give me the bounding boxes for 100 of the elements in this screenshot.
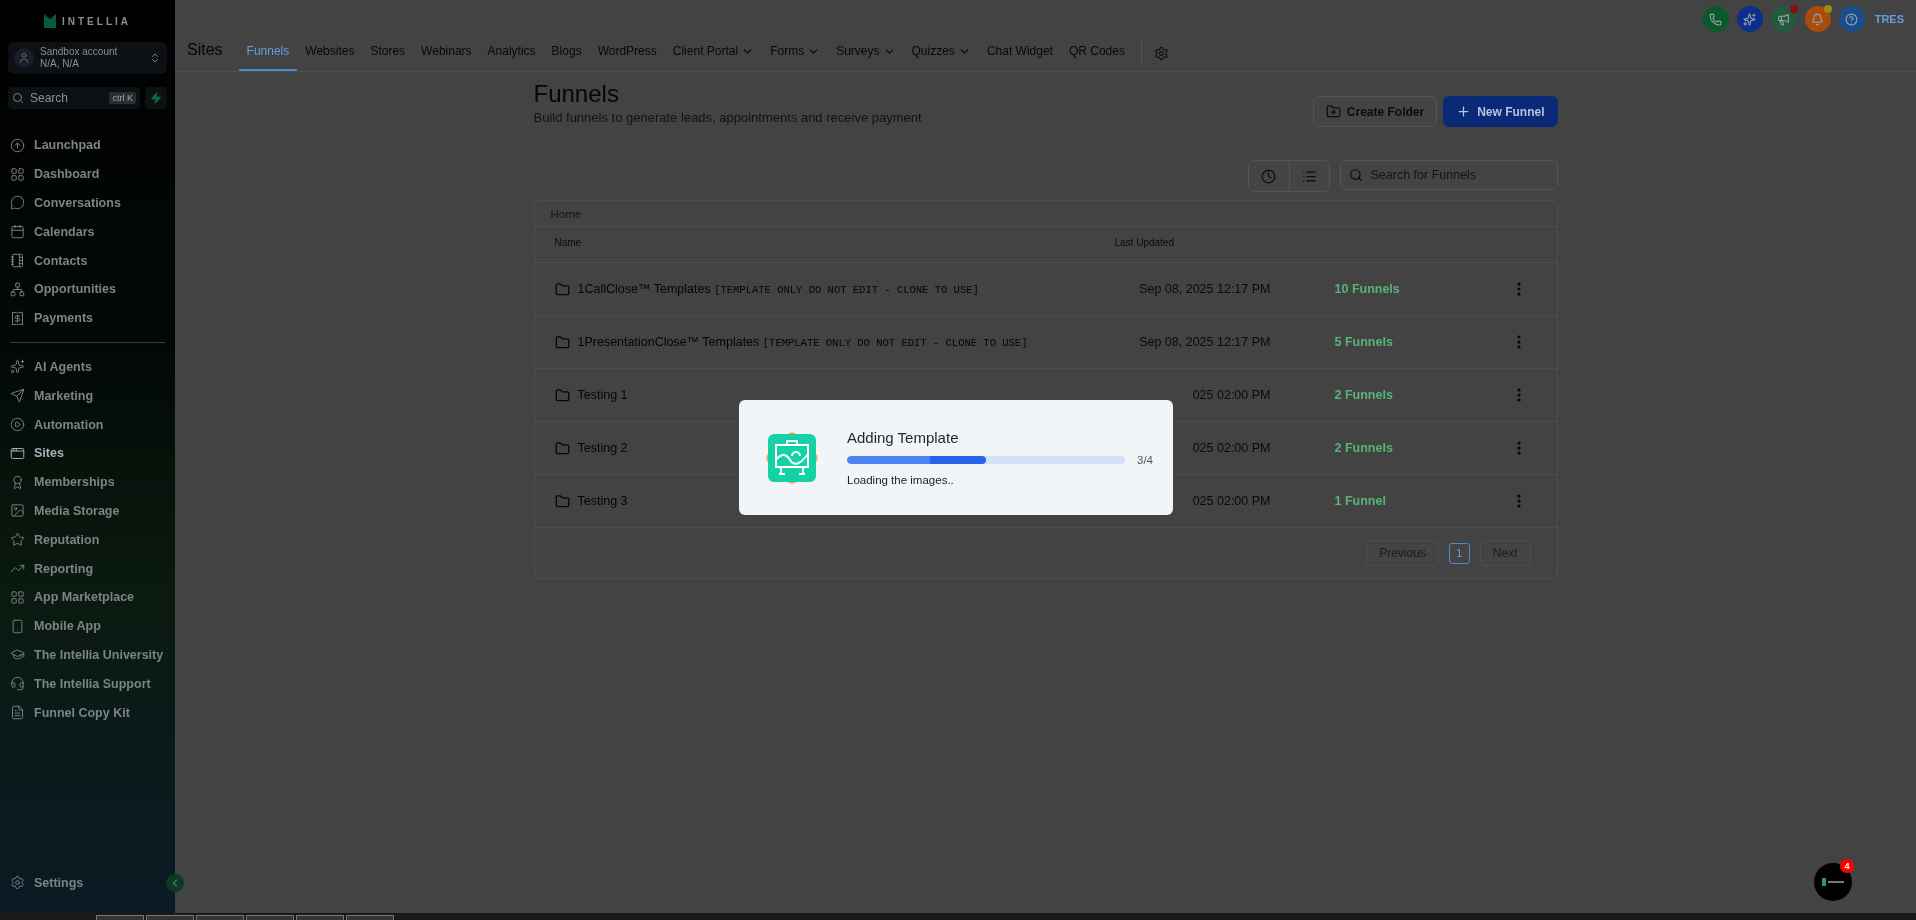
more-options-button[interactable] bbox=[1516, 441, 1521, 455]
folder-plus-icon bbox=[1325, 104, 1341, 119]
nav-tab[interactable]: Blogs bbox=[543, 44, 590, 71]
sidebar-item[interactable]: Mobile App bbox=[8, 611, 167, 641]
folder-name[interactable]: 1PresentationClose™ Templates [TEMPLATE ONLY DO NOT EDIT - CLONE TO USE] bbox=[554, 334, 1028, 350]
funnel-count-link[interactable]: 10 Funnels bbox=[1334, 282, 1400, 296]
search-field[interactable]: Search ctrl K bbox=[8, 87, 140, 109]
nav-tab[interactable]: WordPress bbox=[589, 44, 665, 71]
user-icon bbox=[14, 48, 34, 68]
headset-icon bbox=[10, 676, 25, 692]
lightning-icon bbox=[150, 92, 162, 104]
megaphone-icon bbox=[1777, 12, 1791, 26]
sidebar-item[interactable]: Conversations bbox=[8, 188, 167, 218]
funnel-count-link[interactable]: 1 Funnel bbox=[1334, 494, 1386, 508]
sidebar-item[interactable]: Memberships bbox=[8, 467, 167, 497]
nav-tab[interactable]: Webinars bbox=[413, 44, 480, 71]
account-switcher[interactable]: Sandbox account N/A, N/A bbox=[8, 42, 167, 74]
progress-step: 3/4 bbox=[1137, 454, 1153, 466]
nav-tab[interactable]: Websites bbox=[297, 44, 363, 71]
sidebar-item[interactable]: Opportunities bbox=[8, 275, 167, 304]
sidebar-item[interactable]: AI Agents bbox=[8, 352, 167, 382]
sidebar-item[interactable]: Funnel Copy Kit bbox=[8, 698, 167, 727]
folder-name[interactable]: Testing 2 bbox=[554, 440, 628, 456]
arrow-circle-icon bbox=[10, 137, 25, 153]
grid-icon bbox=[10, 166, 25, 182]
new-funnel-button[interactable]: New Funnel bbox=[1443, 96, 1558, 127]
send-icon bbox=[10, 388, 25, 404]
funnel-count-link[interactable]: 2 Funnels bbox=[1334, 441, 1393, 455]
nav-tab[interactable]: QR Codes bbox=[1060, 44, 1133, 71]
image-icon bbox=[10, 503, 25, 519]
sidebar-item[interactable]: The Intellia Support bbox=[8, 669, 167, 699]
sidebar-item[interactable]: Reporting bbox=[8, 554, 167, 583]
grid-icon bbox=[10, 589, 25, 605]
nav-tab[interactable]: Chat Widget bbox=[978, 44, 1061, 71]
logo-icon bbox=[1822, 878, 1844, 886]
sidebar-item[interactable]: Payments bbox=[8, 303, 167, 333]
sidebar-item[interactable]: Dashboard bbox=[8, 159, 167, 189]
more-options-button[interactable] bbox=[1516, 282, 1521, 296]
account-location: N/A, N/A bbox=[40, 58, 80, 70]
nav-tab[interactable]: Surveys bbox=[828, 44, 904, 71]
folder-icon bbox=[554, 387, 570, 403]
notebook-icon bbox=[10, 253, 25, 269]
browser-window-icon bbox=[10, 445, 25, 461]
play-circle-icon bbox=[10, 417, 25, 433]
settings-icon bbox=[1153, 46, 1169, 61]
sidebar-item[interactable]: Contacts bbox=[8, 246, 167, 275]
header-action-button[interactable] bbox=[1770, 6, 1797, 32]
folder-name[interactable]: Testing 1 bbox=[554, 387, 628, 403]
section-title: Sites bbox=[187, 41, 224, 60]
search-input[interactable]: Search bbox=[28, 90, 106, 106]
sidebar-item[interactable]: The Intellia University bbox=[8, 640, 167, 670]
progress-message: Loading the images.. bbox=[847, 474, 955, 486]
calendar-icon bbox=[10, 224, 25, 240]
sidebar-item[interactable]: Calendars bbox=[8, 217, 167, 247]
funnel-count-link[interactable]: 5 Funnels bbox=[1334, 335, 1393, 349]
header-action-button[interactable] bbox=[1838, 6, 1865, 32]
sidebar-item[interactable]: Reputation bbox=[8, 525, 167, 555]
notification-dot bbox=[1823, 5, 1832, 13]
more-options-button[interactable] bbox=[1516, 494, 1521, 508]
phone-icon bbox=[1709, 12, 1723, 26]
more-options-button[interactable] bbox=[1516, 335, 1521, 349]
nav-tab[interactable]: Forms bbox=[762, 44, 829, 71]
sidebar-item[interactable]: Automation bbox=[8, 410, 167, 439]
collapse-button[interactable] bbox=[166, 873, 184, 892]
header-action-button[interactable] bbox=[1736, 6, 1763, 32]
nav-tab[interactable]: Quizzes bbox=[903, 44, 979, 71]
settings-link[interactable]: Settings bbox=[8, 868, 86, 897]
dialog-title: Adding Template bbox=[847, 429, 960, 446]
sparkles-icon bbox=[10, 359, 25, 375]
funnel-count-link[interactable]: 2 Funnels bbox=[1334, 388, 1393, 402]
clock-icon bbox=[1261, 168, 1276, 184]
header-action-button[interactable] bbox=[1804, 6, 1831, 32]
sidebar-item[interactable]: Media Storage bbox=[8, 496, 167, 526]
table-cell-text: 025 02:00 PM bbox=[1191, 441, 1271, 455]
header-action-button[interactable] bbox=[1702, 6, 1729, 32]
logo-icon bbox=[44, 14, 56, 28]
sidebar-item[interactable]: App Marketplace bbox=[8, 582, 167, 612]
folder-name[interactable]: Testing 3 bbox=[554, 493, 628, 509]
user-menu[interactable]: TRES bbox=[1874, 13, 1904, 25]
brand-name: INTELLIA bbox=[62, 15, 131, 27]
quick-action-button[interactable] bbox=[145, 87, 167, 109]
list-view-button[interactable] bbox=[1288, 161, 1329, 191]
chat-widget-button[interactable] bbox=[1814, 863, 1852, 901]
table-cell-text: Sep 08, 2025 12:17 PM bbox=[1138, 282, 1271, 296]
award-icon bbox=[10, 474, 25, 490]
nav-tab[interactable]: Client Portal bbox=[664, 44, 763, 71]
folder-name[interactable]: 1CallClose™ Templates [TEMPLATE ONLY DO NOT EDIT - CLONE TO USE] bbox=[554, 281, 979, 297]
nav-tab[interactable]: Stores bbox=[362, 44, 414, 71]
sidebar-item[interactable]: Launchpad bbox=[8, 131, 167, 160]
more-options-button[interactable] bbox=[1516, 388, 1521, 402]
sidebar-item[interactable]: Marketing bbox=[8, 381, 167, 411]
nav-tab[interactable]: Analytics bbox=[479, 44, 544, 71]
nav-tab[interactable]: Funnels bbox=[238, 44, 298, 71]
create-folder-button[interactable]: Create Folder bbox=[1312, 96, 1438, 127]
column-header: Name bbox=[554, 237, 582, 248]
phone-icon bbox=[10, 618, 25, 634]
table-cell-text: Sep 08, 2025 12:17 PM bbox=[1138, 335, 1271, 349]
kebab-icon bbox=[1516, 282, 1521, 296]
page-number-button[interactable]: 1 bbox=[1448, 542, 1470, 564]
sidebar-item[interactable]: Sites bbox=[8, 438, 167, 468]
